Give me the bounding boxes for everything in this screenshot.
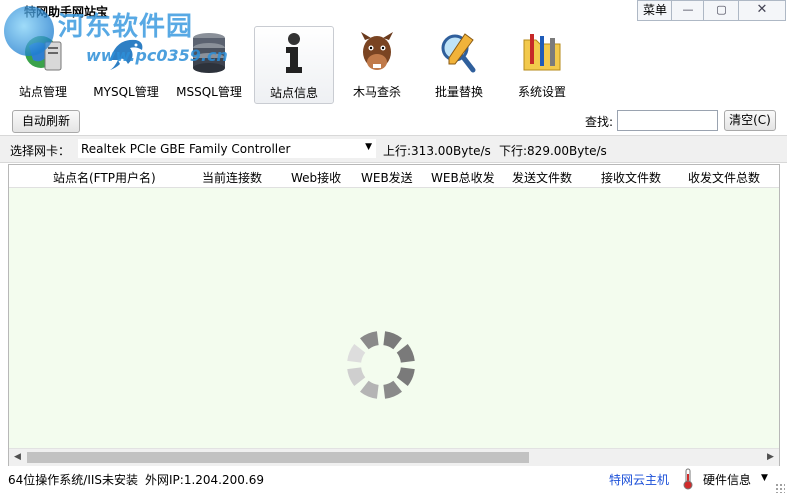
cloud-host-link[interactable]: 特网云主机 <box>609 471 669 488</box>
auto-refresh-button[interactable]: 自动刷新 <box>12 110 80 133</box>
spinner-segment <box>396 344 415 363</box>
upload-speed: 上行:313.00Byte/s <box>383 144 491 158</box>
maximize-button[interactable]: ▢ <box>703 0 740 21</box>
server-globe-icon <box>25 36 62 71</box>
toolbar-label: 系统设置 <box>517 85 566 99</box>
info-icon <box>286 33 302 73</box>
site-info-table: 站点名(FTP用户名) 当前连接数 Web接收 WEB发送 WEB总收发 发送文… <box>8 164 780 466</box>
search-label: 查找: <box>585 115 614 129</box>
toolbar-label: MYSQL管理 <box>93 85 159 99</box>
main-toolbar: 站点管理 MYSQL管理 MSSQL管理 站点信息 木马查杀 批量替换 系统设置 <box>0 20 787 104</box>
app-title: 特网助手网站宝 <box>24 5 109 19</box>
toolbar-label: 木马查杀 <box>352 85 401 99</box>
toolbar-site-info[interactable]: 站点信息 <box>254 26 334 104</box>
close-button[interactable]: ✕ <box>738 0 786 21</box>
spinner-segment <box>347 367 366 386</box>
toolbar-label: 站点信息 <box>269 86 318 100</box>
status-bar: 64位操作系统/IIS未安装 外网IP:1.204.200.69 特网云主机 硬… <box>0 466 787 495</box>
column-header[interactable]: WEB总收发 <box>431 169 495 186</box>
horizontal-scrollbar[interactable]: ◀ ▶ <box>9 448 779 466</box>
external-ip: 外网IP:1.204.200.69 <box>145 473 264 487</box>
dolphin-icon <box>110 39 143 70</box>
dropdown-arrow-icon: ▼ <box>365 142 372 152</box>
nic-label: 选择网卡： <box>10 144 71 158</box>
spinner-segment <box>360 331 379 350</box>
hardware-dropdown-icon[interactable]: ▼ <box>761 473 768 483</box>
scroll-right-icon[interactable]: ▶ <box>762 449 779 466</box>
scroll-left-icon[interactable]: ◀ <box>9 449 26 466</box>
resize-grip-icon[interactable] <box>775 483 785 493</box>
toolbar-label: 批量替换 <box>434 85 483 99</box>
horse-icon <box>361 32 393 70</box>
database-icon <box>193 33 225 73</box>
hardware-info[interactable]: 硬件信息 <box>703 471 751 488</box>
toolbar-mssql-management[interactable]: MSSQL管理 <box>170 26 248 102</box>
toolbar-mysql-management[interactable]: MYSQL管理 <box>87 26 165 102</box>
column-header[interactable]: 发送文件数 <box>512 169 572 186</box>
spinner-segment <box>383 331 402 350</box>
column-header[interactable]: 收发文件总数 <box>688 169 760 186</box>
spinner-segment <box>347 344 366 363</box>
menu-button[interactable]: 菜单 <box>637 0 673 21</box>
search-input[interactable] <box>617 110 718 131</box>
network-card-bar: 选择网卡： Realtek PCIe GBE Family Controller… <box>0 135 787 163</box>
magnifier-pencil-icon <box>441 33 476 73</box>
title-bar: 特网助手网站宝 菜单 — ▢ ✕ <box>0 0 787 21</box>
os-status: 64位操作系统/IIS未安装 <box>8 473 139 487</box>
thermometer-icon <box>683 468 693 490</box>
minimize-button[interactable]: — <box>671 0 705 21</box>
spinner-segment <box>396 367 415 386</box>
column-header[interactable]: 接收文件数 <box>601 169 661 186</box>
nic-select[interactable]: Realtek PCIe GBE Family Controller ▼ <box>78 139 376 158</box>
column-header[interactable]: 当前连接数 <box>202 169 262 186</box>
table-header: 站点名(FTP用户名) 当前连接数 Web接收 WEB发送 WEB总收发 发送文… <box>9 165 779 188</box>
toolbar-label: MSSQL管理 <box>176 85 242 99</box>
column-header[interactable]: Web接收 <box>291 169 341 186</box>
column-header[interactable]: WEB发送 <box>361 169 413 186</box>
toolbar-trojan-scan[interactable]: 木马查杀 <box>338 26 416 102</box>
spinner-segment <box>383 380 402 399</box>
tools-folder-icon <box>523 34 561 71</box>
download-speed: 下行:829.00Byte/s <box>499 144 607 158</box>
toolbar-system-settings[interactable]: 系统设置 <box>503 26 581 102</box>
toolbar-batch-replace[interactable]: 批量替换 <box>420 26 498 102</box>
scrollbar-thumb[interactable] <box>27 452 529 463</box>
spinner-segment <box>360 380 379 399</box>
column-header[interactable]: 站点名(FTP用户名) <box>53 169 156 186</box>
nic-selected-value: Realtek PCIe GBE Family Controller <box>81 142 291 156</box>
loading-spinner-icon <box>347 331 415 399</box>
toolbar-label: 站点管理 <box>18 85 67 99</box>
toolbar-site-management[interactable]: 站点管理 <box>4 26 82 102</box>
clear-button[interactable]: 清空(C) <box>724 110 776 131</box>
